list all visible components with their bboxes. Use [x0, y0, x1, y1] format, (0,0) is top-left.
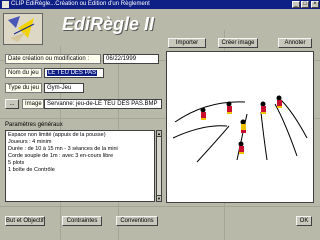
game-name-field[interactable]: LE TEU DES PAS: [44, 68, 104, 78]
figure-icon: [240, 119, 246, 133]
parameters-textarea[interactable]: Espace non limité (appuis de la pousse) …: [5, 130, 155, 202]
objectives-button[interactable]: But et Objectifs: [5, 216, 45, 226]
logo: [3, 13, 43, 45]
figure-icon: [238, 141, 244, 154]
parameter-line: Joueurs : 4 minim: [8, 139, 52, 145]
import-button[interactable]: Importer: [168, 38, 206, 48]
logo-icon: [8, 16, 35, 42]
parameter-line: Corde souple de 1m : avec 3 en-cours lib…: [8, 153, 114, 159]
parameters-title: Paramètres généraux: [5, 122, 63, 128]
date-label: Date création ou modification :: [5, 54, 101, 64]
ok-button[interactable]: OK: [296, 216, 312, 226]
game-name-value: LE TEU DES PAS: [47, 70, 98, 76]
figure-icon: [276, 95, 282, 108]
maximize-button[interactable]: □: [301, 1, 309, 8]
close-button[interactable]: ×: [311, 1, 319, 8]
annotate-button[interactable]: Annoter: [278, 38, 312, 48]
game-name-label: Nom du jeu :: [5, 68, 42, 78]
scroll-up-arrow-icon[interactable]: ▲: [157, 131, 161, 137]
parameter-line: 1 boîte de Contrôle: [8, 167, 55, 173]
game-type-field[interactable]: Gym-Jeu: [44, 83, 84, 93]
image-preview: [166, 51, 314, 203]
image-path-field[interactable]: Servanne: jeu-de-LE TEU DES PAS.BMP: [44, 99, 162, 109]
figure-icon: [200, 107, 206, 120]
app-name: EdiRègle II: [62, 14, 155, 34]
game-type-label: Type du jeu :: [5, 83, 42, 93]
minimize-button[interactable]: _: [292, 1, 300, 8]
constraints-button[interactable]: Contraintes: [62, 216, 102, 226]
app-icon: [2, 1, 9, 8]
parameters-scrollbar[interactable]: ▲ ▼: [156, 130, 162, 202]
parameter-line: 5 plots: [8, 160, 25, 166]
main-window: CLIP EdiRègle...Création ou Edition d'un…: [0, 0, 320, 240]
image-label: Image :: [22, 99, 44, 109]
figure-icon: [226, 101, 232, 114]
game-illustration: [172, 95, 308, 163]
date-field[interactable]: 06/22/1999: [103, 54, 159, 64]
browse-image-button[interactable]: ...: [5, 99, 19, 109]
conventions-button[interactable]: Conventions: [116, 216, 158, 226]
figure-icon: [260, 101, 266, 114]
window-title: CLIP EdiRègle...Création ou Edition d'un…: [11, 1, 150, 7]
bg-line: [0, 206, 320, 207]
title-bar: CLIP EdiRègle...Création ou Edition d'un…: [0, 0, 320, 9]
create-image-button[interactable]: Créer image: [218, 38, 258, 48]
scroll-down-arrow-icon[interactable]: ▼: [157, 195, 161, 201]
parameter-line: Durée : de 10 à 15 mn - 3 séances de la …: [8, 146, 118, 152]
parameter-line: Espace non limité (appuis de la pousse): [8, 132, 106, 138]
